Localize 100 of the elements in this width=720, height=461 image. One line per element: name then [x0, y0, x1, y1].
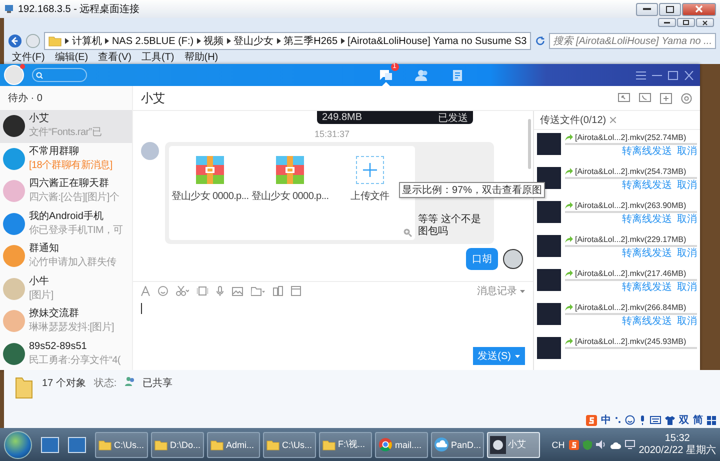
phone-icon[interactable]: [639, 92, 651, 104]
script-mode[interactable]: 简: [693, 413, 703, 427]
settings-icon[interactable]: [681, 92, 692, 104]
input-method-logo-icon[interactable]: [586, 414, 597, 426]
taskbar-button[interactable]: mail....: [375, 432, 428, 458]
cloud-icon[interactable]: [610, 440, 621, 448]
avatar[interactable]: [503, 249, 523, 269]
image-icon[interactable]: [232, 286, 243, 296]
screen-icon[interactable]: [291, 286, 301, 296]
file-name: [Airota&Lol...2].mkv(252.74MB): [575, 133, 686, 142]
taskbar-button[interactable]: PanD...: [431, 432, 484, 458]
close-icon[interactable]: [610, 117, 616, 123]
scrollbar[interactable]: [528, 119, 531, 169]
breadcrumb[interactable]: [Airota&LoliHouse] Yama no Susume S3: [348, 36, 527, 46]
action-link[interactable]: 取消: [677, 146, 697, 158]
action-link[interactable]: 取消: [677, 282, 697, 294]
menu-item[interactable]: 工具(T): [141, 52, 174, 63]
speaker-icon[interactable]: [596, 440, 606, 449]
taskbar-button[interactable]: F:\视...: [319, 432, 372, 458]
input-mode[interactable]: 中: [601, 413, 611, 427]
keyboard-icon[interactable]: [650, 416, 661, 424]
history-button[interactable]: 消息记录: [477, 284, 525, 298]
taskbar-button[interactable]: C:\Us...: [263, 432, 316, 458]
file-name: [Airota&Lol...2].mkv(229.17MB): [575, 235, 686, 244]
language-indicator[interactable]: CH: [552, 440, 565, 450]
conversation-item[interactable]: 我的Android手机 你已登录手机TIM，可: [0, 208, 132, 240]
breadcrumb[interactable]: 第三季H265: [284, 34, 338, 48]
punctuation-icon[interactable]: [615, 416, 621, 424]
start-button[interactable]: [4, 430, 32, 458]
grid-icon[interactable]: [707, 416, 716, 424]
share-screen-icon[interactable]: [618, 92, 630, 104]
breadcrumb[interactable]: 计算机: [72, 34, 102, 48]
avatar: [3, 310, 25, 332]
conversation-item[interactable]: 不常用群聊 [18个群聊有新消息]: [0, 142, 132, 175]
breadcrumb[interactable]: 登山少女: [234, 34, 274, 48]
address-field[interactable]: 计算机 NAS 2.5BLUE (F:) 视频 登山少女 第三季H265 [Airota&LoliHouse] Yama no Susume S3: [44, 32, 531, 50]
microphone-icon[interactable]: [639, 415, 646, 425]
close-icon[interactable]: [684, 70, 694, 80]
refresh-icon[interactable]: [534, 35, 546, 47]
conversation-item[interactable]: 撩妹交流群 琳琳瑟瑟发抖:[图片]: [0, 305, 132, 338]
minimize-button[interactable]: [658, 18, 676, 27]
breadcrumb[interactable]: NAS 2.5BLUE (F:): [112, 36, 194, 46]
menu-item[interactable]: 文件(F): [12, 52, 45, 63]
todo-label[interactable]: 待办 · 0: [0, 86, 132, 110]
desktop-icon[interactable]: [41, 436, 59, 452]
scissors-icon[interactable]: [176, 286, 189, 296]
folder-icon[interactable]: [251, 286, 265, 296]
close-icon: [702, 20, 708, 26]
search-field[interactable]: 搜索 [Airota&LoliHouse] Yama no ...: [549, 33, 716, 49]
network-icon[interactable]: [624, 440, 635, 449]
taskbar-button[interactable]: D:\Do...: [151, 432, 204, 458]
emoji-icon[interactable]: [625, 415, 635, 425]
video-thumbnail: [537, 269, 561, 291]
input-method-logo-icon[interactable]: [568, 440, 579, 450]
taskbar-button[interactable]: C:\Us...: [95, 432, 148, 458]
video-icon[interactable]: [197, 286, 208, 296]
remote-desktop-icon: [4, 4, 14, 14]
clock[interactable]: 15:32 2020/2/22 星期六: [638, 432, 716, 456]
action-link[interactable]: 取消: [677, 180, 697, 192]
breadcrumb[interactable]: 视频: [204, 34, 224, 48]
menu-icon[interactable]: [636, 70, 646, 80]
conversation-item[interactable]: 群通知 沁竹申请加入群失传: [0, 240, 132, 272]
taskbar-button[interactable]: Admi...: [207, 432, 260, 458]
upload-button[interactable]: [356, 156, 384, 184]
folder-icon: [48, 34, 62, 48]
restore-button[interactable]: [677, 18, 695, 27]
action-link[interactable]: 取消: [677, 316, 697, 328]
action-link[interactable]: 取消: [677, 248, 697, 260]
back-icon[interactable]: [8, 33, 22, 49]
chevron-icon: [226, 38, 231, 44]
conversation-name: 撩妹交流群: [29, 308, 80, 320]
maximize-icon[interactable]: [668, 70, 678, 80]
archive-icon: [276, 156, 304, 184]
window-switch-icon[interactable]: [68, 436, 86, 452]
transfer-tab[interactable]: 传送文件(0/12): [534, 111, 700, 130]
conversation-item[interactable]: 四六酱正在聊天群 四六酱:[公告][图片]个: [0, 175, 132, 208]
conversation-item[interactable]: 89s52-89s51 民工勇者:分享文件“4(: [0, 338, 132, 370]
minimize-button[interactable]: [636, 2, 658, 16]
font-icon[interactable]: [141, 286, 150, 296]
shirt-icon[interactable]: [665, 416, 675, 424]
width-mode[interactable]: 双: [679, 413, 689, 427]
status-label: 状态:: [94, 376, 117, 390]
video-thumbnail: [537, 133, 561, 155]
menu-item[interactable]: 帮助(H): [184, 52, 218, 63]
close-button[interactable]: [696, 18, 714, 27]
avatar: [3, 212, 25, 235]
restore-button[interactable]: [659, 2, 681, 16]
zoom-icon[interactable]: [403, 228, 412, 237]
add-icon[interactable]: [660, 92, 672, 104]
shield-icon[interactable]: [582, 440, 592, 450]
file-message[interactable]: 249.8MB 已发送: [317, 111, 473, 124]
menu-item[interactable]: 编辑(E): [54, 52, 88, 63]
gallery-icon[interactable]: [273, 286, 283, 296]
menu-item[interactable]: 查看(V): [98, 52, 132, 63]
close-icon: [695, 5, 703, 13]
conversation-item[interactable]: 小牛 [图片]: [0, 272, 132, 305]
action-link[interactable]: 取消: [677, 214, 697, 226]
close-button[interactable]: [682, 2, 716, 16]
conversation-item[interactable]: 小艾 文件“Fonts.rar”已: [0, 110, 132, 142]
chevron-icon: [276, 38, 281, 44]
